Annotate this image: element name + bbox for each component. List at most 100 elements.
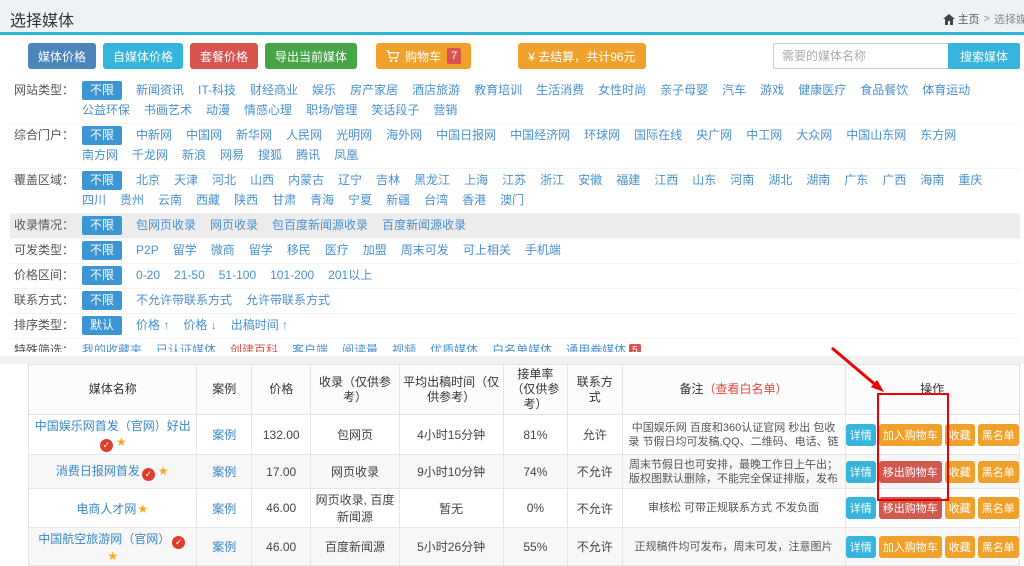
filter-option[interactable]: 公益环保 — [82, 101, 130, 120]
filter-option[interactable]: 河北 — [212, 171, 236, 190]
filter-option[interactable]: 山西 — [250, 171, 274, 190]
filter-option[interactable]: 环球网 — [584, 126, 620, 145]
filter-option-selected[interactable]: 默认 — [82, 316, 122, 335]
filter-option[interactable]: 中国网 — [186, 126, 222, 145]
filter-option[interactable]: 51-100 — [219, 266, 256, 285]
filter-option[interactable]: 新疆 — [386, 191, 410, 210]
filter-option[interactable]: 女性时尚 — [598, 81, 646, 100]
filter-option[interactable]: 新闻资讯 — [136, 81, 184, 100]
filter-option[interactable]: 福建 — [616, 171, 640, 190]
filter-option[interactable]: 海南 — [920, 171, 944, 190]
filter-option[interactable]: 西藏 — [196, 191, 220, 210]
filter-option[interactable]: 山东 — [692, 171, 716, 190]
filter-option[interactable]: 阅读量 — [342, 341, 378, 352]
filter-option[interactable]: 浙江 — [540, 171, 564, 190]
filter-option[interactable]: 北京 — [136, 171, 160, 190]
filter-option[interactable]: 价格 ↓ — [183, 316, 216, 335]
filter-option[interactable]: 教育培训 — [474, 81, 522, 100]
filter-option[interactable]: 黑龙江 — [414, 171, 450, 190]
case-link[interactable]: 案例 — [212, 465, 236, 479]
search-input[interactable] — [773, 43, 948, 69]
filter-option[interactable]: 留学 — [249, 241, 273, 260]
media-price-button[interactable]: 媒体价格 — [28, 43, 96, 69]
filter-option[interactable]: 健康医疗 — [798, 81, 846, 100]
filter-option[interactable]: 贵州 — [120, 191, 144, 210]
filter-option[interactable]: 营销 — [433, 101, 457, 120]
filter-option[interactable]: 新华网 — [236, 126, 272, 145]
blacklist-button[interactable]: 黑名单 — [978, 424, 1019, 446]
filter-option[interactable]: 价格 ↑ — [136, 316, 169, 335]
filter-option[interactable]: 百度新闻源收录 — [382, 216, 466, 235]
filter-option[interactable]: 澳门 — [500, 191, 524, 210]
filter-option[interactable]: 广西 — [882, 171, 906, 190]
filter-option[interactable]: 中工网 — [746, 126, 782, 145]
filter-option[interactable]: 允许带联系方式 — [246, 291, 330, 310]
filter-option[interactable]: 房产家居 — [350, 81, 398, 100]
filter-option[interactable]: 大众网 — [796, 126, 832, 145]
filter-option[interactable]: 已认证媒体 — [156, 341, 216, 352]
filter-option[interactable]: 白名单媒体 — [492, 341, 552, 352]
media-name-link[interactable]: 消费日报网首发 — [56, 464, 140, 478]
filter-option[interactable]: 手机端 — [525, 241, 561, 260]
filter-option[interactable]: 重庆 — [958, 171, 982, 190]
case-link[interactable]: 案例 — [212, 428, 236, 442]
checkout-button[interactable]: ¥ 去结算，共计96元 — [518, 43, 645, 69]
filter-option[interactable]: 广东 — [844, 171, 868, 190]
self-media-price-button[interactable]: 自媒体价格 — [103, 43, 183, 69]
filter-option[interactable]: 酒店旅游 — [412, 81, 460, 100]
filter-option[interactable]: 加盟 — [363, 241, 387, 260]
filter-option-selected[interactable]: 不限 — [82, 81, 122, 100]
filter-option[interactable]: 游戏 — [760, 81, 784, 100]
filter-option[interactable]: 周末可发 — [401, 241, 449, 260]
filter-option[interactable]: 笑话段子 — [371, 101, 419, 120]
filter-option[interactable]: 优质媒体 — [430, 341, 478, 352]
filter-option[interactable]: 宁夏 — [348, 191, 372, 210]
filter-option[interactable]: 搜狐 — [258, 146, 282, 165]
filter-option[interactable]: 生活消费 — [536, 81, 584, 100]
filter-option[interactable]: 辽宁 — [338, 171, 362, 190]
case-link[interactable]: 案例 — [212, 540, 236, 554]
add-to-cart-button[interactable]: 加入购物车 — [879, 536, 942, 558]
filter-option[interactable]: 网易 — [220, 146, 244, 165]
filter-option[interactable]: 职场/管理 — [306, 101, 357, 120]
filter-option[interactable]: 陕西 — [234, 191, 258, 210]
case-link[interactable]: 案例 — [212, 502, 236, 516]
filter-option[interactable]: 亲子母婴 — [660, 81, 708, 100]
filter-option[interactable]: 微商 — [211, 241, 235, 260]
filter-option[interactable]: 财经商业 — [250, 81, 298, 100]
filter-option-selected[interactable]: 不限 — [82, 241, 122, 260]
remove-from-cart-button[interactable]: 移出购物车 — [879, 461, 942, 483]
filter-option[interactable]: 出稿时间 ↑ — [231, 316, 288, 335]
filter-option[interactable]: 香港 — [462, 191, 486, 210]
filter-option[interactable]: 不允许带联系方式 — [136, 291, 232, 310]
filter-option[interactable]: IT-科技 — [198, 81, 236, 100]
filter-option[interactable]: 中国经济网 — [510, 126, 570, 145]
filter-option[interactable]: 青海 — [310, 191, 334, 210]
filter-option[interactable]: 情感心理 — [244, 101, 292, 120]
filter-option[interactable]: 可上相关 — [463, 241, 511, 260]
filter-option[interactable]: 201以上 — [328, 266, 372, 285]
filter-option[interactable]: 凤凰 — [334, 146, 358, 165]
add-to-cart-button[interactable]: 加入购物车 — [879, 424, 942, 446]
media-name-link[interactable]: 中国航空旅游网（官网） — [38, 532, 170, 546]
filter-option[interactable]: 视频 — [392, 341, 416, 352]
filter-option[interactable]: 移民 — [287, 241, 311, 260]
filter-option[interactable]: 我的收藏夹 — [82, 341, 142, 352]
filter-option-selected[interactable]: 不限 — [82, 216, 122, 235]
filter-option[interactable]: 中新网 — [136, 126, 172, 145]
filter-option[interactable]: 医疗 — [325, 241, 349, 260]
filter-option[interactable]: 云南 — [158, 191, 182, 210]
filter-option[interactable]: 包网页收录 — [136, 216, 196, 235]
filter-option[interactable]: 21-50 — [174, 266, 205, 285]
filter-option[interactable]: 0-20 — [136, 266, 160, 285]
filter-option[interactable]: 央广网 — [696, 126, 732, 145]
filter-option[interactable]: 腾讯 — [296, 146, 320, 165]
filter-option[interactable]: 书画艺术 — [144, 101, 192, 120]
filter-option[interactable]: 江西 — [654, 171, 678, 190]
favorite-button[interactable]: 收藏 — [945, 424, 975, 446]
media-name-link[interactable]: 中国娱乐网首发（官网）好出 — [35, 419, 191, 433]
filter-option[interactable]: 新浪 — [182, 146, 206, 165]
filter-option[interactable]: 娱乐 — [312, 81, 336, 100]
filter-option[interactable]: 动漫 — [206, 101, 230, 120]
filter-option[interactable]: 四川 — [82, 191, 106, 210]
